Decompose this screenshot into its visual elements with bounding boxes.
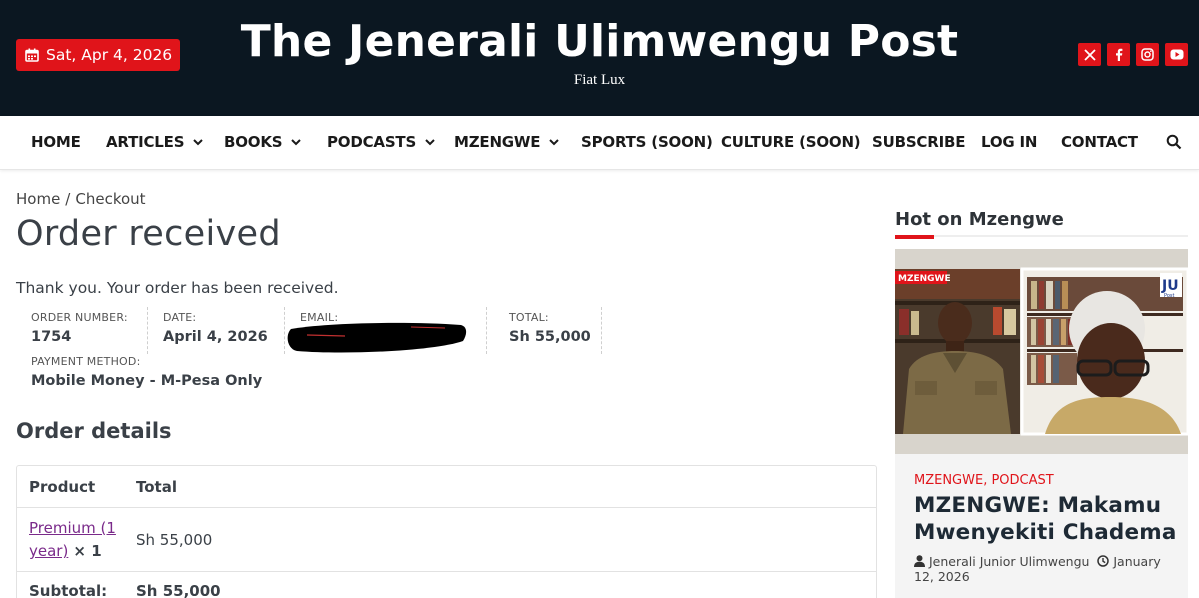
nav-item-articles[interactable]: ARTICLES — [106, 133, 204, 151]
subtotal-value: Sh 55,000 — [136, 582, 221, 598]
nav-item-contact[interactable]: CONTACT — [1061, 133, 1138, 151]
order-date: DATE: April 4, 2026 — [163, 311, 268, 345]
page-title: Order received — [16, 214, 281, 254]
order-number-label: ORDER NUMBER: — [31, 311, 128, 324]
breadcrumb: Home / Checkout — [16, 190, 146, 208]
post-thumbnail[interactable]: MZENGWE JU Post — [895, 249, 1188, 454]
order-date-label: DATE: — [163, 311, 197, 324]
nav-item-login[interactable]: LOG IN — [981, 133, 1037, 151]
payment-method-value: Mobile Money - M-Pesa Only — [31, 373, 263, 389]
nav-label: BOOKS — [224, 133, 283, 151]
nav-item-sports[interactable]: SPORTS (SOON) — [581, 133, 713, 151]
subtotal-label: Subtotal: — [29, 582, 108, 598]
video-still-image: MZENGWE JU Post — [895, 249, 1188, 454]
order-details-heading: Order details — [16, 419, 172, 443]
nav-item-mzengwe[interactable]: MZENGWE — [454, 133, 560, 151]
x-icon[interactable] — [1078, 43, 1101, 66]
search-icon[interactable] — [1166, 134, 1182, 150]
post-categories[interactable]: MZENGWE, PODCAST — [914, 473, 1054, 488]
post-title[interactable]: MZENGWE: Makamu Mwenyekiti Chadema — [914, 492, 1179, 546]
site-tagline: Fiat Lux — [573, 72, 626, 88]
order-date-value: April 4, 2026 — [163, 329, 268, 345]
nav-item-culture[interactable]: CULTURE (SOON) — [721, 133, 861, 151]
overview-divider — [147, 307, 148, 354]
site-header: Sat, Apr 4, 2026 The Jenerali Ulimwengu … — [0, 0, 1199, 116]
user-icon — [914, 555, 925, 567]
email-redaction — [287, 322, 467, 353]
instagram-icon[interactable] — [1136, 43, 1159, 66]
clock-icon — [1097, 555, 1110, 567]
order-total-value: Sh 55,000 — [509, 329, 591, 345]
thumbnail-overlay-label: MZENGWE — [898, 274, 951, 284]
order-received-message: Thank you. Your order has been received. — [16, 279, 339, 297]
product-total: Sh 55,000 — [136, 531, 213, 549]
product-cell: Premium (1 year) × 1 — [29, 517, 129, 563]
breadcrumb-separator: / — [65, 190, 71, 208]
post-meta: Jenerali Junior Ulimwengu January 12, 20… — [914, 554, 1184, 584]
breadcrumb-current: Checkout — [75, 190, 146, 208]
subtotal-row: Subtotal: Sh 55,000 — [17, 572, 876, 598]
column-header-product: Product — [29, 478, 96, 496]
site-title[interactable]: The Jenerali Ulimwengu Post — [0, 16, 1199, 67]
thumbnail-logo-subtext: Post — [1164, 293, 1175, 299]
sidebar-heading: Hot on Mzengwe — [895, 209, 1064, 230]
thumbnail-logo-text: JU — [1161, 278, 1179, 294]
chevron-down-icon — [193, 139, 204, 146]
order-details-table: Product Total Premium (1 year) × 1 Sh 55,… — [16, 465, 877, 598]
order-number: ORDER NUMBER: 1754 — [31, 311, 128, 345]
nav-label: ARTICLES — [106, 133, 185, 151]
overview-divider — [486, 307, 487, 354]
order-total: TOTAL: Sh 55,000 — [509, 311, 591, 345]
nav-label: MZENGWE — [454, 133, 541, 151]
payment-method: PAYMENT METHOD: Mobile Money - M-Pesa On… — [31, 355, 262, 389]
breadcrumb-home[interactable]: Home — [16, 190, 60, 208]
nav-item-podcasts[interactable]: PODCASTS — [327, 133, 436, 151]
table-header-row: Product Total — [17, 466, 876, 508]
chevron-down-icon — [549, 139, 560, 146]
column-header-total: Total — [136, 478, 177, 496]
order-total-label: TOTAL: — [509, 311, 549, 324]
nav-label: PODCASTS — [327, 133, 417, 151]
order-number-value: 1754 — [31, 329, 72, 345]
post-author[interactable]: Jenerali Junior Ulimwengu — [929, 554, 1089, 569]
nav-label: HOME — [31, 133, 81, 151]
social-links — [1078, 43, 1188, 66]
sidebar-heading-accent — [895, 235, 934, 239]
product-name-line2: year) — [29, 542, 69, 560]
sidebar-heading-underline — [895, 235, 1188, 237]
product-quantity: × 1 — [73, 542, 102, 560]
nav-item-subscribe[interactable]: SUBSCRIBE — [872, 133, 965, 151]
facebook-icon[interactable] — [1107, 43, 1130, 66]
nav-label: CONTACT — [1061, 133, 1138, 151]
payment-method-label: PAYMENT METHOD: — [31, 355, 141, 368]
table-row: Premium (1 year) × 1 Sh 55,000 — [17, 508, 876, 572]
nav-item-books[interactable]: BOOKS — [224, 133, 302, 151]
chevron-down-icon — [291, 139, 302, 146]
product-name-line1: Premium (1 — [29, 519, 116, 537]
featured-post-card: MZENGWE JU Post MZENGWE, PODCAST MZENGWE… — [895, 249, 1188, 598]
main-nav: HOME ARTICLES BOOKS PODCASTS MZENGWE SPO… — [0, 116, 1199, 170]
nav-item-home[interactable]: HOME — [31, 133, 81, 151]
overview-divider — [601, 307, 602, 354]
youtube-icon[interactable] — [1165, 43, 1188, 66]
nav-label: LOG IN — [981, 133, 1038, 151]
nav-label: SPORTS (SOON) — [581, 133, 713, 151]
nav-label: SUBSCRIBE — [872, 133, 966, 151]
nav-label: CULTURE (SOON) — [721, 133, 861, 151]
chevron-down-icon — [425, 139, 435, 146]
